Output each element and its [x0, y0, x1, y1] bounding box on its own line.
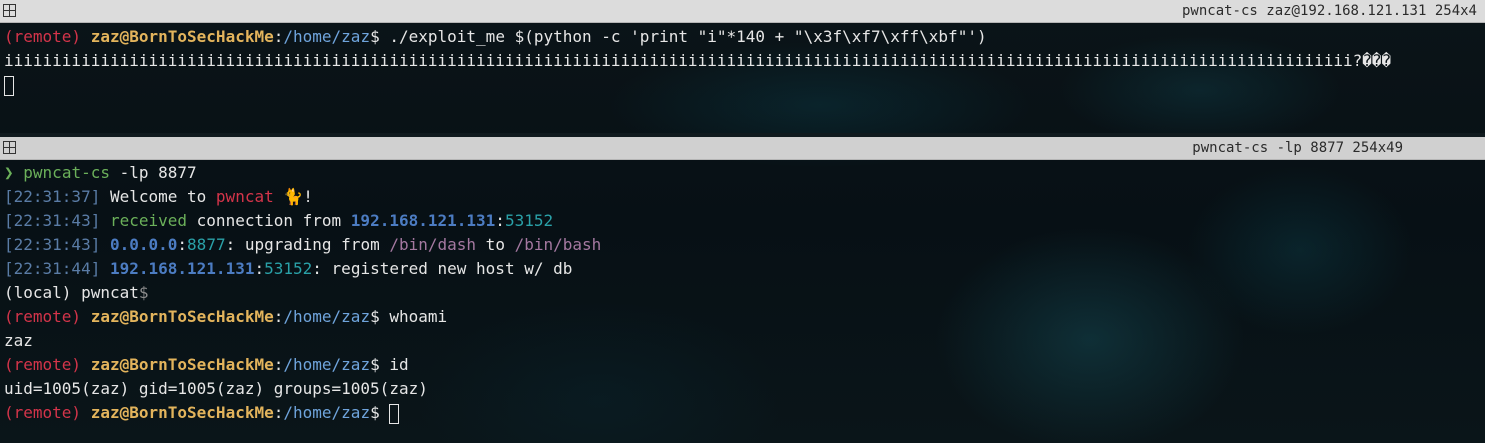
pane-layout-icon — [3, 141, 16, 154]
bottom-terminal-pane[interactable]: pwncat-cs -lp 8877 254x49 ❯ pwncat-cs -l… — [0, 137, 1485, 443]
cat-emoji-icon: 🐈 — [273, 187, 304, 206]
output-id: uid=1005(zaz) gid=1005(zaz) groups=1005(… — [4, 379, 428, 398]
log-line-registered: [22:31:44] 192.168.121.131:53152: regist… — [4, 259, 573, 278]
top-pane-title: pwncat-cs zaz@192.168.121.131 254x4 — [1181, 3, 1477, 19]
terminal-line-launch: ❯ pwncat-cs -lp 8877 — [4, 163, 197, 182]
log-line-received: [22:31:43] received connection from 192.… — [4, 211, 554, 230]
terminal-cursor — [389, 403, 400, 424]
terminal-line-exploit-output: iiiiiiiiiiiiiiiiiiiiiiiiiiiiiiiiiiiiiiii… — [4, 51, 1392, 70]
output-whoami: zaz — [4, 331, 33, 350]
local-prompt-line: (local) pwncat$ — [4, 283, 149, 302]
bottom-pane-title: pwncat-cs -lp 8877 254x49 — [1192, 140, 1403, 156]
remote-prompt-whoami: (remote) zaz@BornToSecHackMe:/home/zaz$ … — [4, 307, 448, 326]
remote-prompt-id: (remote) zaz@BornToSecHackMe:/home/zaz$ … — [4, 355, 409, 374]
prompt-arrow-icon: ❯ — [4, 163, 14, 182]
bottom-pane-titlebar[interactable]: pwncat-cs -lp 8877 254x49 — [0, 137, 1485, 160]
terminal-cursor-line[interactable] — [4, 73, 1485, 97]
top-terminal-pane[interactable]: pwncat-cs zaz@192.168.121.131 254x4 (rem… — [0, 0, 1485, 133]
terminal-line-exploit-cmd: (remote) zaz@BornToSecHackMe:/home/zaz$ … — [4, 27, 987, 46]
log-line-upgrading: [22:31:43] 0.0.0.0:8877: upgrading from … — [4, 235, 602, 254]
top-pane-titlebar[interactable]: pwncat-cs zaz@192.168.121.131 254x4 — [0, 0, 1485, 23]
remote-prompt-active[interactable]: (remote) zaz@BornToSecHackMe:/home/zaz$ — [4, 401, 1485, 425]
log-line-welcome: [22:31:37] Welcome to pwncat 🐈! — [4, 187, 313, 206]
terminal-cursor — [4, 75, 14, 96]
pane-layout-icon — [3, 4, 16, 17]
